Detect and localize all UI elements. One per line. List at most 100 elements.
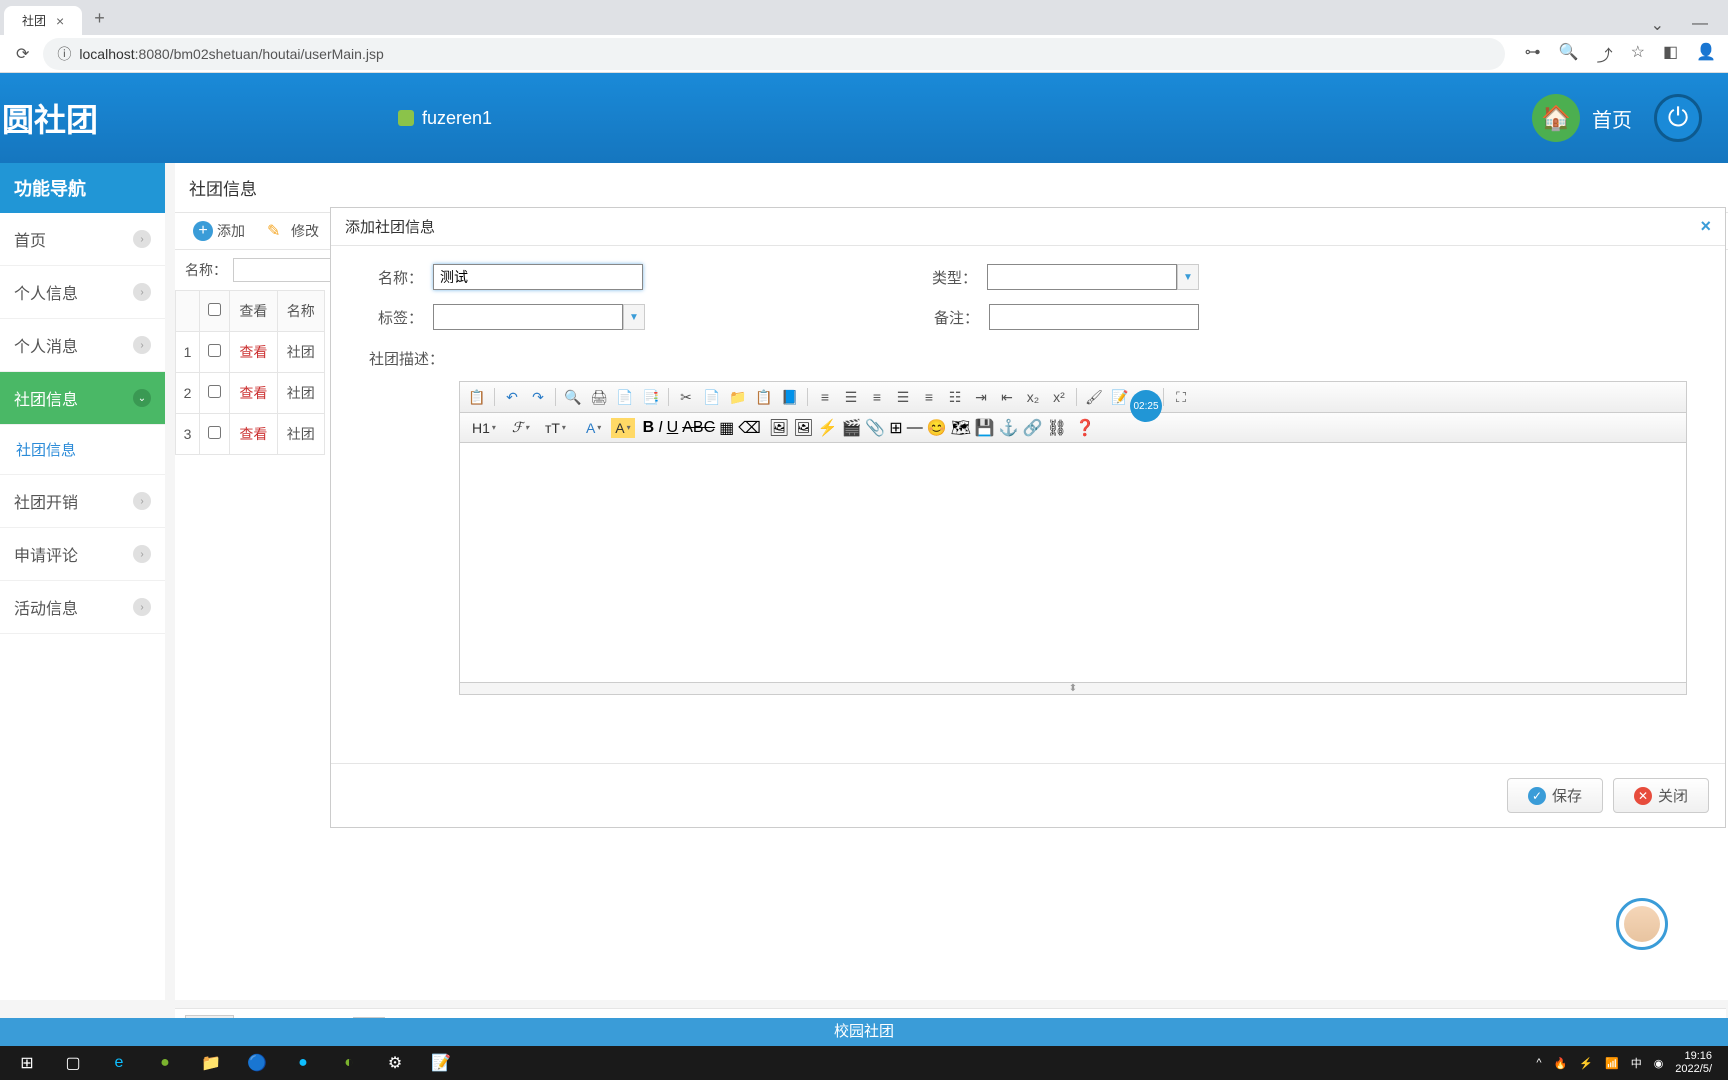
taskview-icon[interactable]: ▢ (52, 1049, 94, 1077)
key-icon[interactable]: ⊶ (1525, 42, 1541, 66)
clock[interactable]: 19:16 2022/5/ (1675, 1050, 1712, 1076)
unlink-icon[interactable]: ⛓ (1047, 418, 1067, 438)
bookmark-icon[interactable]: ☆ (1631, 42, 1645, 66)
heading-dropdown[interactable]: H1▾ (466, 418, 502, 438)
chrome-icon[interactable]: 🔵 (236, 1049, 278, 1077)
backcolor-dropdown[interactable]: A▾ (611, 418, 634, 438)
size-dropdown[interactable]: ᴛT▾ (539, 418, 572, 438)
remark-input[interactable] (989, 304, 1199, 330)
dash-icon[interactable]: ― (1692, 15, 1708, 35)
app2-icon[interactable]: ◐ (328, 1049, 370, 1077)
tag-input[interactable] (433, 304, 623, 330)
wechat-icon[interactable]: ● (144, 1049, 186, 1077)
app-icon[interactable]: ● (282, 1049, 324, 1077)
share-icon[interactable]: ⤴ (1597, 42, 1613, 66)
map-icon[interactable]: 🗺 (951, 418, 971, 438)
print-icon[interactable]: 🖨 (588, 386, 610, 408)
forecolor-dropdown[interactable]: A▾ (580, 418, 607, 438)
italic-icon[interactable]: I (658, 419, 662, 437)
video-icon[interactable]: 🎬 (841, 418, 861, 438)
image-icon[interactable]: 🖼 (769, 418, 789, 438)
folder-icon[interactable]: 📁 (727, 386, 749, 408)
reload-icon[interactable]: ⟳ (12, 44, 33, 64)
close-button[interactable]: ✕ 关闭 (1613, 778, 1709, 813)
sidepanel-icon[interactable]: ◧ (1663, 42, 1678, 66)
view-link[interactable]: 查看 (239, 385, 267, 401)
chevron-down-icon[interactable]: ▼ (623, 304, 645, 330)
list-ordered-icon[interactable]: ≡ (918, 386, 940, 408)
paste-text-icon[interactable]: 📋 (753, 386, 775, 408)
sidebar-subitem-club-info[interactable]: 社团信息 (0, 425, 165, 475)
fullscreen-icon[interactable]: ⛶ (1170, 386, 1192, 408)
redo-icon[interactable]: ↷ (527, 386, 549, 408)
strike-icon[interactable]: ABC (682, 419, 715, 437)
row-checkbox[interactable] (208, 385, 221, 398)
add-button[interactable]: + 添加 (185, 219, 253, 243)
image2-icon[interactable]: 🖼 (793, 418, 813, 438)
superscript-icon[interactable]: x² (1048, 386, 1070, 408)
sidebar-item-activity[interactable]: 活动信息 › (0, 581, 165, 634)
copy-icon[interactable]: 📄 (701, 386, 723, 408)
sidebar-item-home[interactable]: 首页 › (0, 213, 165, 266)
close-icon[interactable]: × (56, 13, 64, 29)
align-justify-icon[interactable]: ☰ (892, 386, 914, 408)
eraser-icon[interactable]: ⌫ (738, 418, 761, 438)
tray-icon[interactable]: ⚡ (1579, 1057, 1593, 1070)
cut-icon[interactable]: ✂ (675, 386, 697, 408)
sidebar-item-profile[interactable]: 个人信息 › (0, 266, 165, 319)
bold-icon[interactable]: B (643, 419, 655, 437)
sidebar-item-club-info[interactable]: 社团信息 ⌄ (0, 372, 165, 425)
home-button[interactable]: 🏠 (1532, 94, 1580, 142)
view-link[interactable]: 查看 (239, 344, 267, 360)
chevron-down-icon[interactable]: ▼ (1177, 264, 1199, 290)
type-input[interactable] (987, 264, 1177, 290)
tray-icon[interactable]: 🔥 (1554, 1057, 1568, 1070)
editor-textarea[interactable] (459, 443, 1687, 683)
help-icon[interactable]: ❓ (1075, 418, 1095, 438)
emoji-icon[interactable]: 😊 (927, 418, 947, 438)
row-checkbox[interactable] (208, 344, 221, 357)
save-icon[interactable]: 💾 (975, 418, 995, 438)
grid-icon[interactable]: ▦ (719, 418, 734, 438)
notepad-icon[interactable]: 📝 (420, 1049, 462, 1077)
wifi-icon[interactable]: 📶 (1605, 1057, 1619, 1070)
sidebar-item-club-expense[interactable]: 社团开销 › (0, 475, 165, 528)
start-button[interactable]: ⊞ (6, 1049, 48, 1077)
sidebar-item-apply-comment[interactable]: 申请评论 › (0, 528, 165, 581)
floating-avatar[interactable] (1616, 898, 1668, 950)
paste-word-icon[interactable]: 📘 (779, 386, 801, 408)
new-tab-button[interactable]: + (82, 2, 117, 35)
align-center-icon[interactable]: ☰ (840, 386, 862, 408)
tray-app-icon[interactable]: ◉ (1654, 1057, 1664, 1070)
type-combo[interactable]: ▼ (987, 264, 1199, 290)
anchor-icon[interactable]: ⚓ (999, 418, 1019, 438)
search-input[interactable] (233, 258, 343, 282)
underline-icon[interactable]: U (667, 419, 679, 437)
name-input[interactable] (433, 264, 643, 290)
align-left-icon[interactable]: ≡ (814, 386, 836, 408)
paste-icon[interactable]: 📋 (466, 386, 488, 408)
minimize-icon[interactable]: ⌄ (1651, 15, 1664, 35)
tray-chevron-icon[interactable]: ^ (1536, 1057, 1541, 1069)
view-link[interactable]: 查看 (239, 426, 267, 442)
outdent-icon[interactable]: ⇤ (996, 386, 1018, 408)
logout-button[interactable]: ⏻ (1654, 94, 1702, 142)
edge-icon[interactable]: e (98, 1049, 140, 1077)
zoom-icon[interactable]: 🔍 (1559, 42, 1579, 66)
close-icon[interactable]: × (1700, 216, 1711, 237)
undo-icon[interactable]: ↶ (501, 386, 523, 408)
editor-resize-handle[interactable]: ⬍ (459, 683, 1687, 695)
format-icon[interactable]: 📝 (1109, 386, 1131, 408)
explorer-icon[interactable]: 📁 (190, 1049, 232, 1077)
sidebar-item-messages[interactable]: 个人消息 › (0, 319, 165, 372)
flash-icon[interactable]: ⚡ (818, 418, 838, 438)
subscript-icon[interactable]: x₂ (1022, 386, 1044, 408)
list-unordered-icon[interactable]: ☷ (944, 386, 966, 408)
edit-button[interactable]: ✎ 修改 (259, 219, 327, 243)
table-icon[interactable]: ⊞ (889, 418, 902, 438)
save-button[interactable]: ✓ 保存 (1507, 778, 1603, 813)
indent-icon[interactable]: ⇥ (970, 386, 992, 408)
info-icon[interactable]: ⓘ (57, 44, 71, 64)
find-icon[interactable]: 🔍 (562, 386, 584, 408)
preview-icon[interactable]: 📄 (614, 386, 636, 408)
